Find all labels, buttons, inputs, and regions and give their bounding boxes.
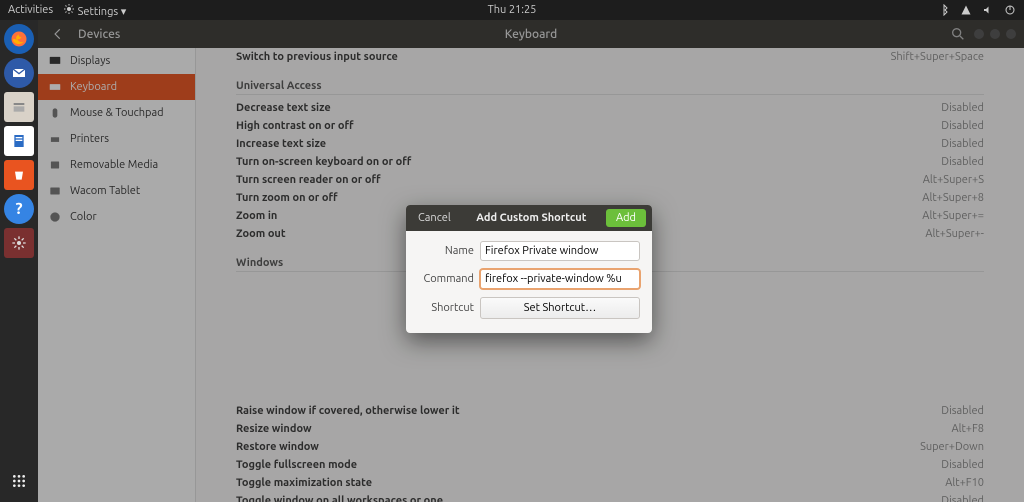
dock-help[interactable]: ? (4, 194, 34, 224)
cancel-button[interactable]: Cancel (412, 208, 457, 228)
app-menu-indicator[interactable]: Settings ▾ (63, 3, 126, 18)
files-icon (11, 99, 27, 115)
firefox-icon (10, 30, 28, 48)
bluetooth-icon (938, 4, 950, 16)
power-icon (1004, 4, 1016, 16)
document-icon (11, 133, 27, 149)
dock-software[interactable] (4, 160, 34, 190)
add-custom-shortcut-dialog: Cancel Add Custom Shortcut Add Name Comm… (406, 205, 652, 333)
name-input[interactable] (480, 241, 640, 261)
dock-firefox[interactable] (4, 24, 34, 54)
settings-icon (63, 3, 75, 15)
command-input[interactable] (480, 269, 640, 289)
shortcut-label: Shortcut (418, 302, 474, 314)
volume-icon (982, 4, 994, 16)
activities-button[interactable]: Activities (8, 4, 53, 16)
clock[interactable]: Thu 21:25 (488, 4, 537, 16)
dialog-header: Cancel Add Custom Shortcut Add (406, 205, 652, 231)
apps-grid-icon (11, 473, 27, 489)
dock-libreoffice[interactable] (4, 126, 34, 156)
network-icon (960, 4, 972, 16)
app-menu-label: Settings ▾ (78, 6, 127, 18)
dialog-title: Add Custom Shortcut (476, 212, 586, 224)
gear-icon (11, 235, 27, 251)
ubuntu-dock: ? (0, 20, 38, 502)
dock-thunderbird[interactable] (4, 58, 34, 88)
gnome-top-panel: Activities Settings ▾ Thu 21:25 (0, 0, 1024, 20)
command-label: Command (418, 273, 474, 285)
name-label: Name (418, 245, 474, 257)
add-button[interactable]: Add (606, 209, 646, 227)
dock-settings[interactable] (4, 228, 34, 258)
dock-files[interactable] (4, 92, 34, 122)
mail-icon (11, 65, 27, 81)
status-area[interactable] (938, 4, 1016, 16)
help-icon: ? (15, 200, 22, 218)
shopping-icon (11, 167, 27, 183)
set-shortcut-button[interactable]: Set Shortcut… (480, 297, 640, 319)
show-applications-button[interactable] (4, 466, 34, 496)
